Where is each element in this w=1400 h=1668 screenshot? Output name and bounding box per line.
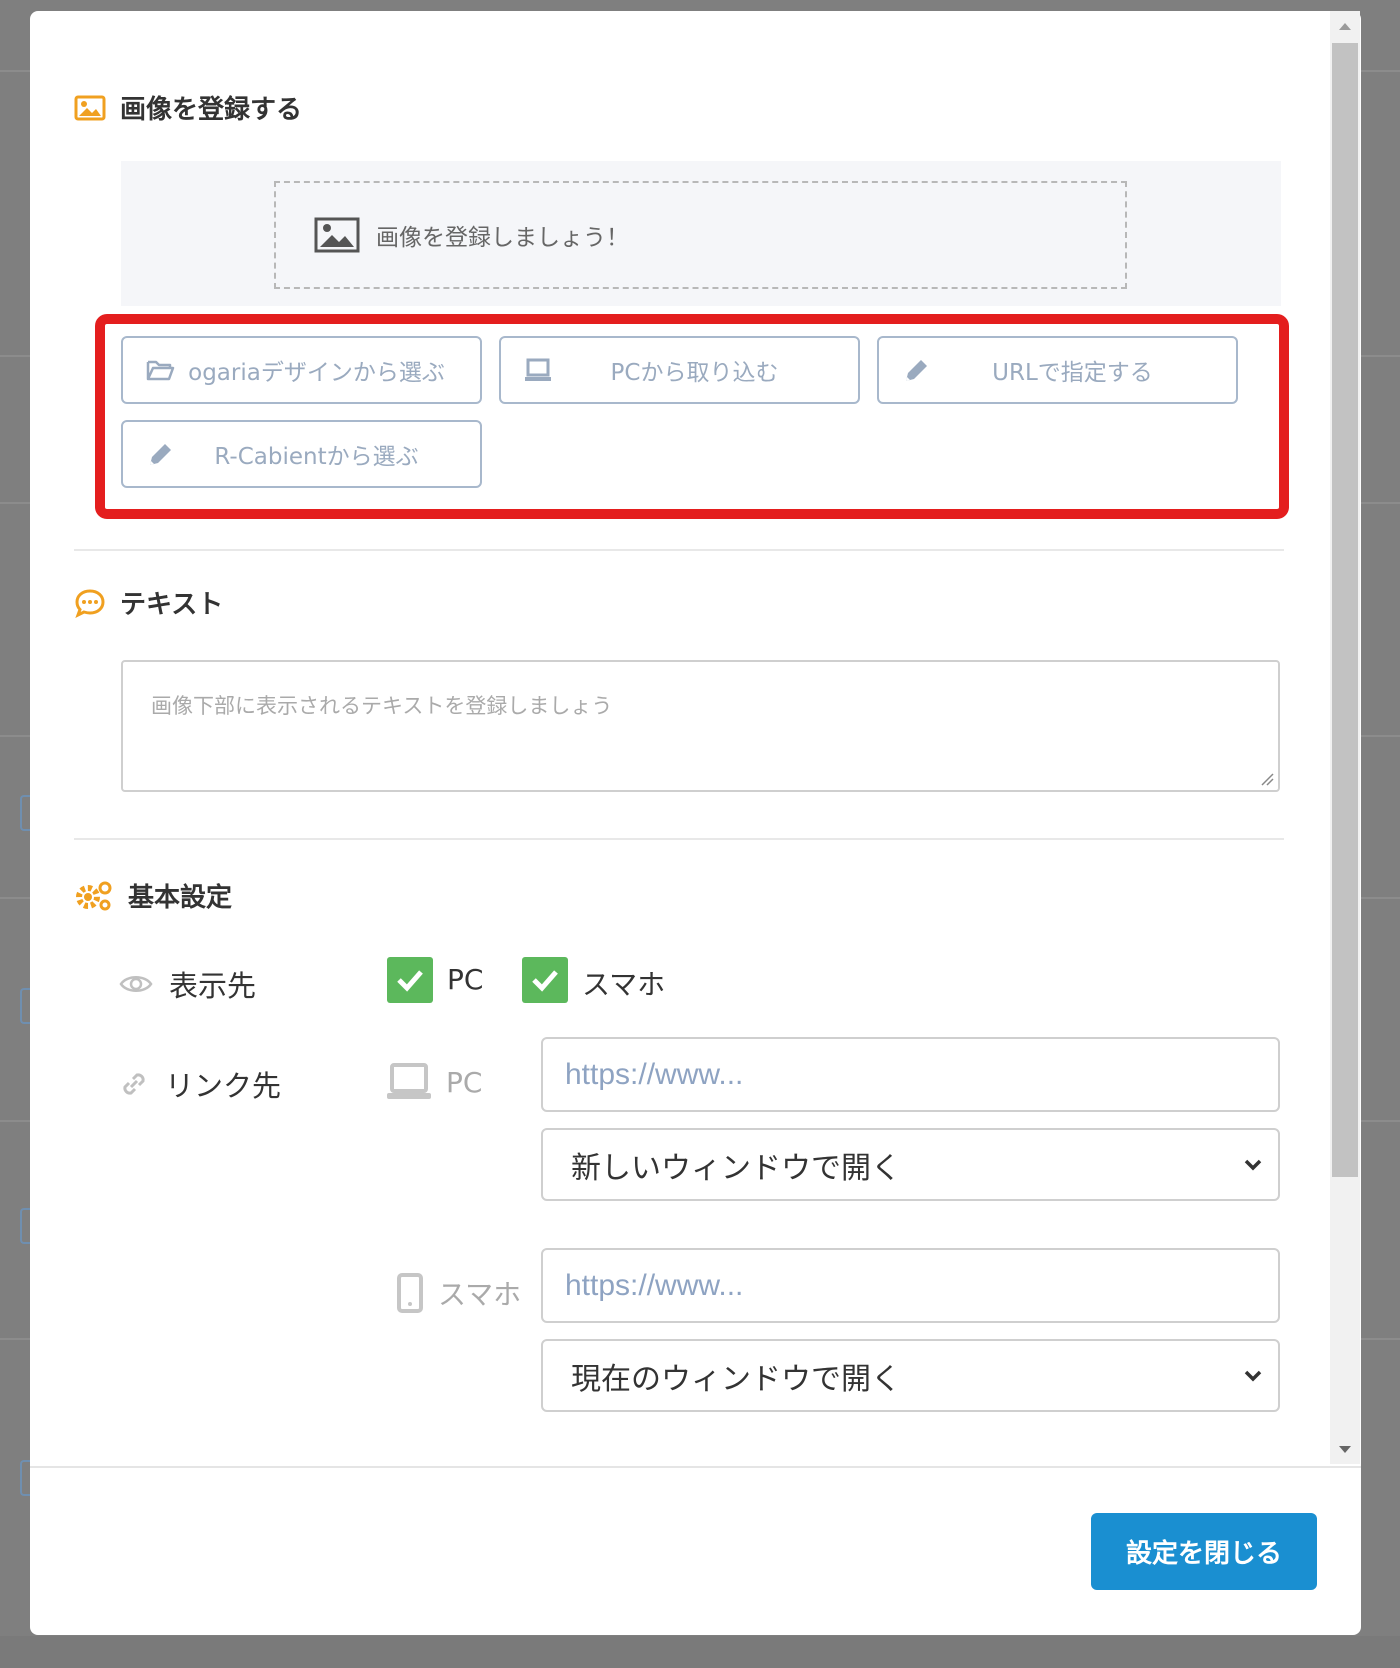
image-section-label: 画像を登録する xyxy=(120,95,303,125)
background-bottom-bar xyxy=(0,1636,1400,1668)
link-target-text: リンク先 xyxy=(165,1069,282,1103)
scroll-down-arrow-icon[interactable] xyxy=(1339,1446,1351,1453)
pc-device-label: PC xyxy=(386,1063,482,1101)
checkmark-icon xyxy=(397,970,423,992)
speech-bubble-icon xyxy=(75,588,105,618)
import-from-pc-label: PCから取り込む xyxy=(610,360,779,386)
caption-textarea[interactable]: 画像下部に表示されるテキストを登録しましょう xyxy=(121,660,1280,792)
background-bracket xyxy=(20,795,30,831)
display-target-text: 表示先 xyxy=(169,969,257,1003)
sp-url-placeholder: https://www... xyxy=(565,1268,744,1302)
smartphone-icon xyxy=(397,1273,423,1313)
laptop-icon xyxy=(387,1063,431,1099)
import-from-pc-button[interactable]: PCから取り込む xyxy=(499,336,860,404)
choose-r-cabient-label: R-Cabientから選ぶ xyxy=(214,444,419,470)
display-sp-label: スマホ xyxy=(582,968,666,1001)
section-divider xyxy=(74,838,1284,840)
pc-url-input[interactable]: https://www... xyxy=(541,1037,1280,1112)
chevron-down-icon xyxy=(1244,1159,1262,1171)
text-section-label: テキスト xyxy=(120,590,224,620)
image-icon xyxy=(74,95,106,120)
footer-divider xyxy=(30,1466,1361,1468)
chevron-down-icon xyxy=(1244,1370,1262,1382)
choose-ogaria-design-label: ogariaデザインから選ぶ xyxy=(188,360,445,386)
pc-device-text: PC xyxy=(446,1065,483,1099)
sp-url-input[interactable]: https://www... xyxy=(541,1248,1280,1323)
modal-scrollbar[interactable] xyxy=(1330,11,1360,1464)
basic-settings-label: 基本設定 xyxy=(128,883,233,913)
link-icon xyxy=(123,1073,145,1095)
image-upload-area: 画像を登録しましょう！ xyxy=(121,161,1281,306)
display-sp-checkbox[interactable] xyxy=(522,957,568,1003)
background-bracket xyxy=(20,988,30,1024)
pc-window-value: 新しいウィンドウで開く xyxy=(571,1150,901,1186)
image-dropzone[interactable]: 画像を登録しましょう！ xyxy=(274,181,1127,289)
choose-ogaria-design-button[interactable]: ogariaデザインから選ぶ xyxy=(121,336,482,404)
text-section-title: テキスト xyxy=(74,584,223,621)
background-bracket xyxy=(20,1460,30,1496)
choose-r-cabient-button[interactable]: R-Cabientから選ぶ xyxy=(121,420,482,488)
sp-device-label: スマホ xyxy=(396,1273,521,1313)
scroll-thumb[interactable] xyxy=(1332,43,1358,1177)
eye-icon xyxy=(119,976,153,992)
settings-modal: 画像を登録する 画像を登録しましょう！ ogariaデザインから選ぶ PCから取… xyxy=(30,11,1361,1635)
gears-icon xyxy=(76,881,112,910)
close-settings-button[interactable]: 設定を閉じる xyxy=(1091,1513,1317,1590)
specify-url-label: URLで指定する xyxy=(992,360,1153,386)
caption-placeholder: 画像下部に表示されるテキストを登録しましょう xyxy=(151,694,613,718)
dropzone-text: 画像を登録しましょう！ xyxy=(376,225,629,251)
scroll-up-arrow-icon[interactable] xyxy=(1339,23,1351,30)
section-divider xyxy=(74,549,1284,551)
pc-window-select[interactable]: 新しいウィンドウで開く xyxy=(541,1128,1280,1201)
display-target-label: 表示先 xyxy=(119,963,256,1005)
link-target-label: リンク先 xyxy=(119,1063,281,1105)
resize-grip-icon[interactable] xyxy=(1260,772,1274,786)
display-pc-checkbox[interactable] xyxy=(387,957,433,1003)
image-section-title: 画像を登録する xyxy=(74,89,302,126)
sp-window-select[interactable]: 現在のウィンドウで開く xyxy=(541,1339,1280,1412)
sp-window-value: 現在のウィンドウで開く xyxy=(571,1361,901,1397)
checkmark-icon xyxy=(532,970,558,992)
picture-icon xyxy=(314,217,360,253)
basic-settings-title: 基本設定 xyxy=(74,877,232,914)
background-bracket xyxy=(20,1208,30,1244)
close-settings-label: 設定を閉じる xyxy=(1125,1539,1282,1569)
specify-url-button[interactable]: URLで指定する xyxy=(877,336,1238,404)
display-pc-label: PC xyxy=(447,963,484,996)
sp-device-text: スマホ xyxy=(438,1278,522,1311)
pc-url-placeholder: https://www... xyxy=(565,1057,744,1091)
